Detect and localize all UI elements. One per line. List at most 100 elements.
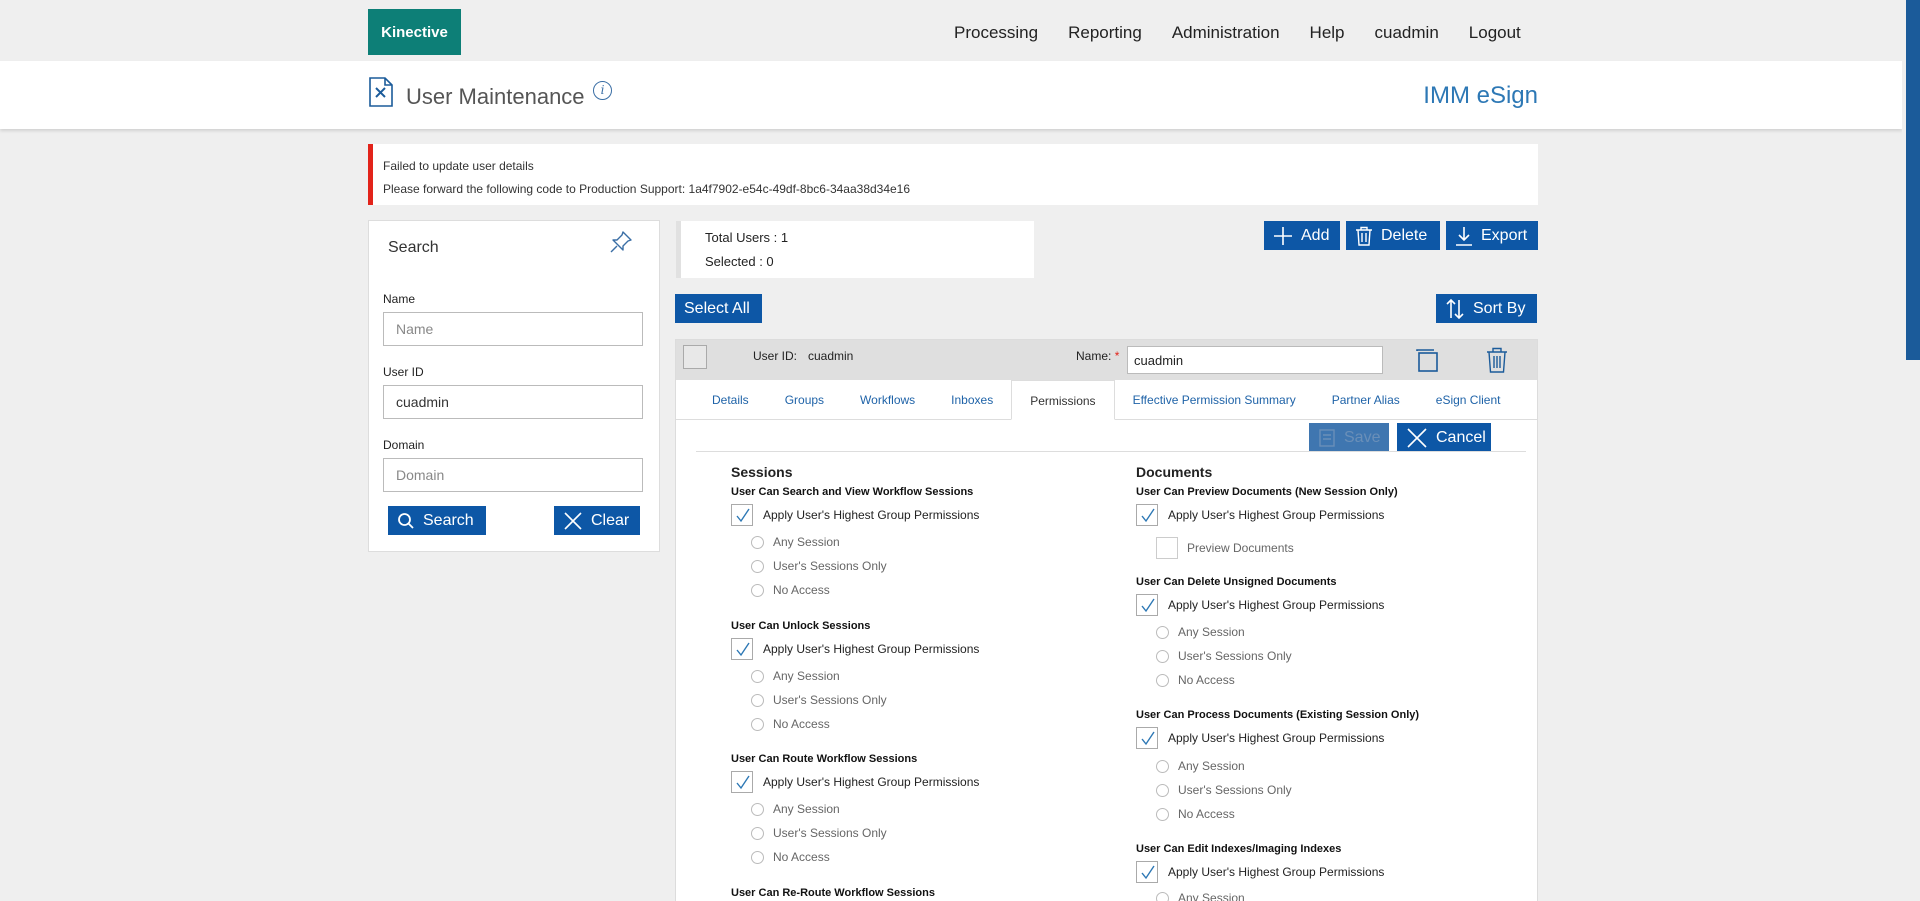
- checkmark-icon: [736, 508, 750, 523]
- apply-highest-checkbox[interactable]: [1136, 594, 1158, 616]
- radio-no-access[interactable]: [1156, 808, 1169, 821]
- apply-highest-checkbox[interactable]: [731, 638, 753, 660]
- trash-icon: [1356, 226, 1372, 246]
- apply-highest-checkbox[interactable]: [1136, 727, 1158, 749]
- tab-groups[interactable]: Groups: [767, 380, 842, 420]
- search-panel-title: Search: [388, 239, 439, 256]
- tab-permissions[interactable]: Permissions: [1011, 380, 1115, 420]
- apply-highest-checkbox[interactable]: [1136, 504, 1158, 526]
- search-button[interactable]: Search: [388, 506, 486, 535]
- tab-partner-alias[interactable]: Partner Alias: [1314, 380, 1418, 420]
- radio-any-session-label: Any Session: [773, 802, 840, 816]
- apply-highest-label: Apply User's Highest Group Permissions: [1168, 508, 1385, 522]
- nav-logout[interactable]: Logout: [1469, 23, 1521, 43]
- pin-icon[interactable]: [608, 229, 634, 255]
- radio-users-sessions-only[interactable]: [751, 560, 764, 573]
- radio-users-sessions-only[interactable]: [1156, 650, 1169, 663]
- download-icon: [1456, 226, 1472, 246]
- radio-no-access[interactable]: [751, 584, 764, 597]
- apply-highest-label: Apply User's Highest Group Permissions: [1168, 865, 1385, 879]
- domain-label: Domain: [383, 438, 425, 452]
- radio-users-sessions-only[interactable]: [751, 827, 764, 840]
- perm-process-heading: User Can Process Documents (Existing Ses…: [1136, 709, 1420, 721]
- name-label: Name: [383, 292, 416, 306]
- required-mark: *: [1114, 349, 1120, 363]
- checkmark-icon: [1141, 508, 1155, 523]
- clear-button-label: Clear: [591, 511, 630, 529]
- nav-user-cuadmin[interactable]: cuadmin: [1375, 23, 1439, 43]
- tab-workflows[interactable]: Workflows: [842, 380, 933, 420]
- radio-any-session[interactable]: [751, 670, 764, 683]
- radio-no-access-label: No Access: [1178, 807, 1235, 821]
- tab-effective-permission-summary[interactable]: Effective Permission Summary: [1115, 380, 1314, 420]
- page-scrollbar-thumb[interactable]: [1906, 0, 1920, 360]
- error-alert: Failed to update user details Please for…: [368, 144, 1538, 205]
- radio-any-session[interactable]: [1156, 626, 1169, 639]
- perm-unlock-heading: User Can Unlock Sessions: [731, 620, 871, 632]
- radio-any-session-label: Any Session: [773, 535, 840, 549]
- radio-no-access[interactable]: [1156, 674, 1169, 687]
- save-icon: [1319, 428, 1335, 447]
- user-maintenance-icon: [369, 77, 393, 107]
- delete-user-icon[interactable]: [1484, 346, 1510, 374]
- tab-esign-client[interactable]: eSign Client: [1418, 380, 1519, 420]
- radio-no-access[interactable]: [751, 718, 764, 731]
- save-button[interactable]: Save: [1309, 423, 1389, 452]
- page-header: [0, 61, 1902, 129]
- radio-users-sessions-only-label: User's Sessions Only: [773, 559, 887, 573]
- copy-icon[interactable]: [1414, 347, 1442, 375]
- info-icon[interactable]: i: [593, 81, 612, 100]
- radio-users-sessions-only-label: User's Sessions Only: [773, 826, 887, 840]
- radio-no-access[interactable]: [751, 851, 764, 864]
- delete-button[interactable]: Delete: [1346, 221, 1440, 250]
- select-all-button[interactable]: Select All: [675, 294, 762, 323]
- radio-users-sessions-only-label: User's Sessions Only: [773, 693, 887, 707]
- cancel-button[interactable]: Cancel: [1397, 423, 1491, 452]
- clear-button[interactable]: Clear: [554, 506, 640, 535]
- add-button[interactable]: Add: [1264, 221, 1340, 250]
- radio-any-session[interactable]: [751, 536, 764, 549]
- search-icon: [398, 512, 414, 529]
- name-input[interactable]: [383, 312, 643, 346]
- apply-highest-checkbox[interactable]: [731, 771, 753, 793]
- tab-details[interactable]: Details: [676, 380, 767, 420]
- nav-processing[interactable]: Processing: [954, 23, 1038, 43]
- nav-help[interactable]: Help: [1310, 23, 1345, 43]
- main-nav: Processing Reporting Administration Help…: [954, 0, 1551, 66]
- preview-documents-checkbox[interactable]: [1156, 537, 1178, 559]
- sort-by-button[interactable]: Sort By: [1436, 294, 1537, 323]
- add-button-label: Add: [1301, 226, 1330, 244]
- perm-delete-unsigned-heading: User Can Delete Unsigned Documents: [1136, 576, 1337, 588]
- apply-highest-checkbox[interactable]: [731, 504, 753, 526]
- perm-search-view-heading: User Can Search and View Workflow Sessio…: [731, 486, 974, 498]
- radio-any-session-label: Any Session: [1178, 625, 1245, 639]
- apply-highest-checkbox[interactable]: [1136, 861, 1158, 883]
- nav-administration[interactable]: Administration: [1172, 23, 1280, 43]
- radio-any-session[interactable]: [751, 803, 764, 816]
- radio-users-sessions-only[interactable]: [751, 694, 764, 707]
- form-divider: [696, 451, 1526, 452]
- radio-any-session[interactable]: [1156, 892, 1169, 901]
- total-users: Total Users : 1: [705, 230, 789, 245]
- radio-no-access-label: No Access: [773, 717, 830, 731]
- export-button[interactable]: Export: [1446, 221, 1538, 250]
- nav-reporting[interactable]: Reporting: [1068, 23, 1142, 43]
- selected-users: Selected : 0: [705, 254, 774, 269]
- checkmark-icon: [1141, 731, 1155, 746]
- radio-any-session-label: Any Session: [1178, 759, 1245, 773]
- checkmark-icon: [1141, 598, 1155, 613]
- kinective-logo[interactable]: Kinective: [368, 9, 461, 55]
- userid-input[interactable]: [383, 385, 643, 419]
- user-name-input[interactable]: [1127, 346, 1383, 374]
- domain-input[interactable]: [383, 458, 643, 492]
- user-select-checkbox[interactable]: [683, 345, 707, 369]
- close-icon: [564, 511, 582, 530]
- delete-button-label: Delete: [1381, 226, 1428, 244]
- radio-no-access-label: No Access: [773, 850, 830, 864]
- radio-users-sessions-only[interactable]: [1156, 784, 1169, 797]
- preview-documents-label: Preview Documents: [1187, 541, 1294, 555]
- radio-no-access-label: No Access: [773, 583, 830, 597]
- radio-any-session[interactable]: [1156, 760, 1169, 773]
- apply-highest-label: Apply User's Highest Group Permissions: [1168, 731, 1385, 745]
- tab-inboxes[interactable]: Inboxes: [933, 380, 1011, 420]
